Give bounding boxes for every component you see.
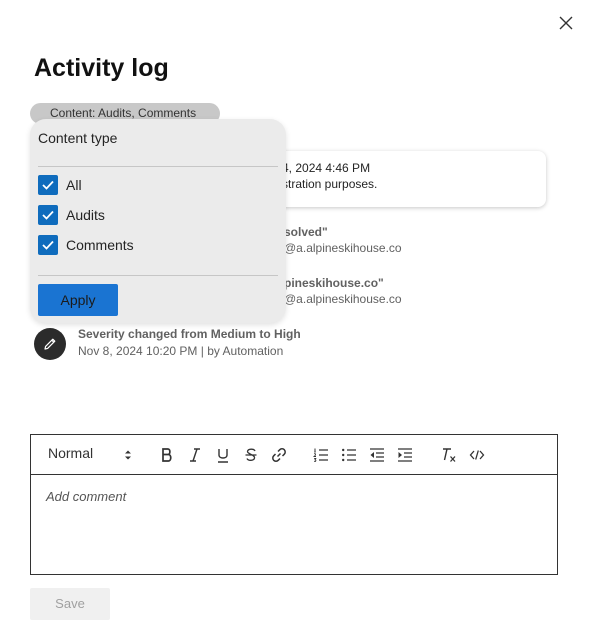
code-button[interactable] — [467, 445, 487, 465]
save-button[interactable]: Save — [30, 588, 110, 620]
checkbox-audits[interactable] — [38, 205, 58, 225]
format-select-value: Normal — [48, 445, 94, 461]
activity-entry-title: pineskihouse.co" — [284, 276, 384, 290]
activity-entry-subtitle: Nov 8, 2024 10:20 PM | by Automation — [78, 344, 284, 358]
apply-button[interactable]: Apply — [38, 284, 118, 316]
entry-avatar — [34, 328, 66, 360]
comment-card: 4, 2024 4:46 PM stration purposes. — [262, 151, 546, 207]
link-icon — [272, 448, 286, 462]
activity-entry-subtitle: @a.alpineskihouse.co — [284, 292, 402, 306]
option-label: Audits — [66, 207, 105, 223]
underline-icon — [218, 449, 228, 463]
underline-button[interactable] — [213, 445, 233, 465]
close-button[interactable] — [556, 13, 576, 33]
bullet-list-button[interactable] — [339, 445, 359, 465]
checkmark-icon — [42, 180, 54, 190]
option-label: Comments — [66, 237, 134, 253]
comment-input[interactable]: Add comment — [46, 489, 126, 504]
ordered-list-button[interactable] — [311, 445, 331, 465]
clear-format-button[interactable] — [439, 445, 459, 465]
italic-icon — [190, 448, 200, 462]
option-label: All — [66, 177, 82, 193]
checkbox-comments[interactable] — [38, 235, 58, 255]
comment-editor: Normal Add comment — [30, 434, 558, 575]
indent-button[interactable] — [395, 445, 415, 465]
comment-timestamp: 4, 2024 4:46 PM — [282, 161, 371, 175]
content-type-dropdown: Content type All Audits Comments Apply — [30, 119, 286, 323]
checkmark-icon — [42, 210, 54, 220]
divider — [38, 166, 278, 167]
outdent-button[interactable] — [367, 445, 387, 465]
divider — [38, 275, 278, 276]
select-arrows-icon — [125, 450, 131, 460]
pencil-icon — [44, 338, 56, 350]
dropdown-header: Content type — [38, 130, 118, 146]
option-comments[interactable]: Comments — [38, 233, 238, 257]
close-icon — [559, 16, 573, 30]
option-audits[interactable]: Audits — [38, 203, 238, 227]
editor-toolbar: Normal — [31, 435, 557, 475]
format-select[interactable]: Normal — [48, 445, 138, 465]
bold-button[interactable] — [157, 445, 177, 465]
comment-text: stration purposes. — [282, 177, 378, 191]
activity-entry-title: solved" — [284, 225, 328, 239]
link-button[interactable] — [269, 445, 289, 465]
strikethrough-icon — [245, 448, 257, 461]
option-all[interactable]: All — [38, 173, 238, 197]
italic-button[interactable] — [185, 445, 205, 465]
checkmark-icon — [42, 240, 54, 250]
checkbox-all[interactable] — [38, 175, 58, 195]
bullet-list-icon — [342, 448, 356, 462]
page-title: Activity log — [34, 54, 169, 82]
activity-entry-title: Severity changed from Medium to High — [78, 327, 301, 341]
ordered-list-icon — [313, 448, 328, 462]
outdent-icon — [370, 448, 384, 462]
indent-icon — [398, 448, 412, 462]
clear-format-icon — [443, 448, 456, 462]
strikethrough-button[interactable] — [241, 445, 261, 465]
bold-icon — [162, 448, 172, 462]
code-icon — [469, 450, 485, 460]
activity-entry-subtitle: @a.alpineskihouse.co — [284, 241, 402, 255]
